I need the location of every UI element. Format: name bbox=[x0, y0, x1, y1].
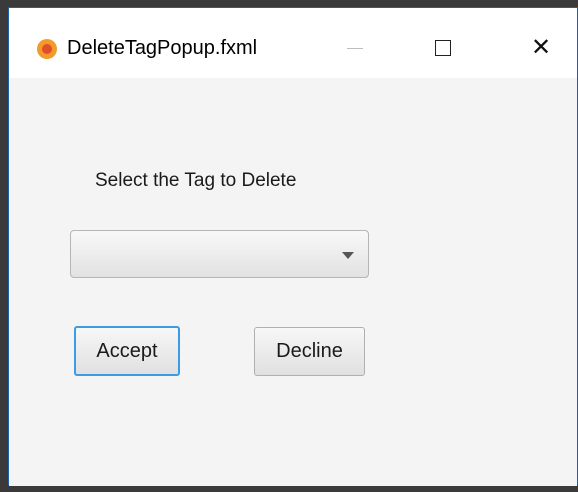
dialog-content: Select the Tag to Delete Accept Decline bbox=[9, 78, 577, 486]
tag-select-dropdown[interactable] bbox=[70, 230, 369, 278]
minimize-icon bbox=[347, 47, 363, 49]
accept-button[interactable]: Accept bbox=[74, 326, 180, 376]
close-button[interactable]: ✕ bbox=[519, 30, 563, 66]
select-tag-label: Select the Tag to Delete bbox=[95, 170, 297, 191]
app-icon bbox=[37, 39, 57, 59]
close-icon: ✕ bbox=[530, 34, 552, 61]
decline-button[interactable]: Decline bbox=[254, 327, 365, 376]
popup-window: DeleteTagPopup.fxml ✕ Select the Tag to … bbox=[8, 7, 578, 486]
minimize-button[interactable] bbox=[333, 30, 377, 66]
maximize-button[interactable] bbox=[421, 30, 465, 66]
maximize-icon bbox=[435, 40, 451, 56]
title-bar[interactable]: DeleteTagPopup.fxml ✕ bbox=[9, 8, 577, 78]
window-title: DeleteTagPopup.fxml bbox=[67, 37, 258, 59]
chevron-down-icon bbox=[342, 252, 354, 259]
